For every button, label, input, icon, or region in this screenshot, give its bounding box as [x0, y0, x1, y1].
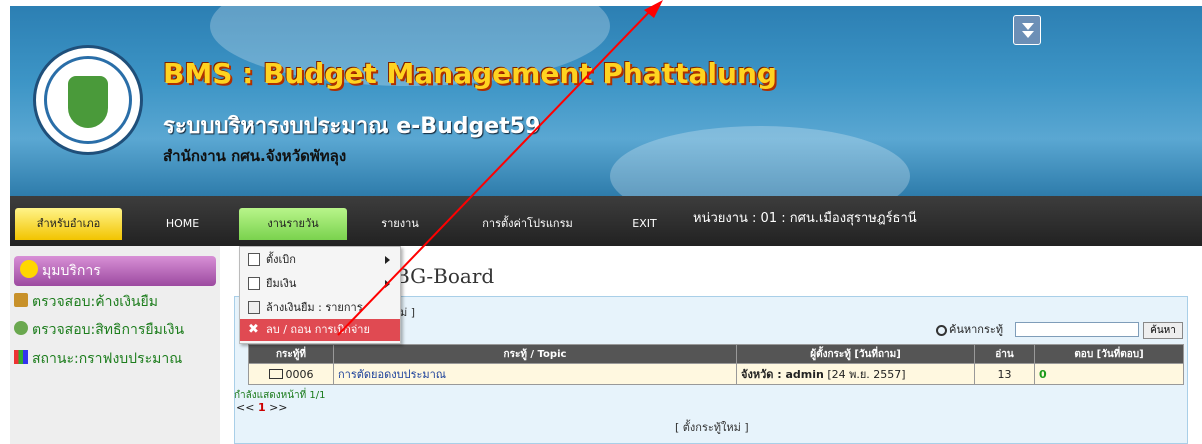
pager-current[interactable]: 1 [258, 401, 266, 414]
pager: << 1 >> [236, 401, 288, 414]
search-input[interactable] [1015, 322, 1139, 337]
daily-dropdown-menu: ตั้งเบิก ยืมเงิน ล้างเงินยืม : รายการ ✖ … [239, 246, 401, 344]
new-topic-link-top[interactable]: ม่ ] [400, 303, 415, 321]
sidebar-item-loan-rights[interactable]: ตรวจสอบ:สิทธิการยืมเงิน [14, 319, 184, 341]
submenu-arrow-icon [385, 256, 390, 264]
seal-emblem [68, 76, 108, 128]
search-label-wrap: ค้นหากระทู้ [936, 320, 1003, 338]
office-seal-logo [33, 45, 143, 155]
menu-item-label: ยืมเงิน [266, 277, 297, 290]
document-icon [248, 277, 260, 290]
app-title: BMS : Budget Management Phattalung [163, 57, 777, 90]
chart-icon [14, 350, 28, 364]
nav-home[interactable]: HOME [155, 208, 210, 240]
search-icon [936, 324, 947, 336]
globe-icon [14, 321, 28, 335]
double-chevron-down-icon[interactable] [1013, 15, 1041, 45]
reads-cell: 13 [974, 363, 1035, 385]
search-button[interactable]: ค้นหา [1143, 322, 1183, 339]
nav-exit[interactable]: EXIT [627, 208, 662, 240]
column-header: ผู้ตั้งกระทู้ [วันที่ถาม] [736, 344, 975, 364]
board-title: BG-Board [395, 264, 495, 288]
edit-icon [248, 253, 260, 266]
submenu-arrow-icon [385, 280, 390, 288]
replies-cell: 0 [1034, 363, 1184, 385]
menu-item-label: ล้างเงินยืม : รายการ [266, 301, 363, 314]
replies-count: 0 [1039, 367, 1047, 381]
column-header: อ่าน [974, 344, 1035, 364]
envelope-icon [268, 368, 283, 379]
nav-reports[interactable]: รายงาน [370, 208, 430, 240]
sidebar-item-label: ตรวจสอบ:ค้างเงินยืม [32, 294, 158, 310]
topic-author: จังหวัด : admin [741, 368, 824, 381]
page: BMS : Budget Management Phattalung ระบบบ… [0, 0, 1202, 444]
sidebar-header-label: มุมบริการ [42, 263, 101, 279]
menu-item-label: ลบ / ถอน การเบิกจ่าย [266, 323, 370, 336]
nav-district[interactable]: สำหรับอำเภอ [15, 208, 122, 240]
menu-item-withdraw[interactable]: ตั้งเบิก [240, 249, 400, 271]
new-topic-link-bottom[interactable]: [ ตั้งกระทู้ใหม่ ] [675, 418, 749, 436]
table-row[interactable]: 0006 การตัดยอดงบประมาณ จังหวัด : admin [… [248, 363, 1184, 385]
topic-id: 0006 [285, 367, 314, 381]
money-bag-icon [14, 293, 28, 307]
menu-item-delete-withdraw[interactable]: ✖ ลบ / ถอน การเบิกจ่าย [240, 319, 400, 341]
nav-settings[interactable]: การตั้งค่าโปรแกรม [470, 208, 585, 240]
menu-item-borrow[interactable]: ยืมเงิน [240, 273, 400, 295]
author-cell: จังหวัด : admin [24 พ.ย. 2557] [736, 363, 975, 385]
column-header: กระทู้ / Topic [333, 344, 737, 364]
column-header: ตอบ [วันที่ตอบ] [1034, 344, 1184, 364]
topic-date: [24 พ.ย. 2557] [827, 368, 906, 381]
sidebar-header: มุมบริการ [14, 256, 216, 286]
menu-item-clear-loan[interactable]: ล้างเงินยืม : รายการ [240, 297, 400, 319]
topics-table: กระทู้ที่ กระทู้ / Topic ผู้ตั้งกระทู้ [… [248, 344, 1184, 385]
sidebar-item-loan-outstanding[interactable]: ตรวจสอบ:ค้างเงินยืม [14, 291, 158, 313]
office-name: สำนักงาน กศน.จังหวัดพัทลุง [163, 147, 347, 165]
delete-icon: ✖ [248, 322, 259, 337]
menu-item-label: ตั้งเบิก [266, 253, 296, 266]
topic-id-cell: 0006 [248, 363, 334, 385]
unit-info: หน่วยงาน : 01 : กศน.เมืองสุราษฎร์ธานี [693, 211, 917, 226]
nav-daily[interactable]: งานรายวัน [239, 208, 347, 240]
pager-next[interactable]: >> [269, 401, 287, 414]
topic-link[interactable]: การตัดยอดงบประมาณ [338, 368, 446, 381]
cloud-decoration [610, 126, 910, 196]
sidebar-item-label: ตรวจสอบ:สิทธิการยืมเงิน [32, 322, 185, 338]
list-icon [248, 301, 260, 314]
column-header: กระทู้ที่ [248, 344, 334, 364]
service-icon [20, 260, 38, 278]
sidebar-item-label: สถานะ:กราฟงบประมาณ [32, 351, 183, 367]
table-header-row: กระทู้ที่ กระทู้ / Topic ผู้ตั้งกระทู้ [… [248, 344, 1184, 364]
sidebar-item-budget-graph[interactable]: สถานะ:กราฟงบประมาณ [14, 348, 182, 370]
topic-cell: การตัดยอดงบประมาณ [333, 363, 737, 385]
search-label: ค้นหากระทู้ [949, 323, 1004, 336]
app-subtitle: ระบบบริหารงบประมาณ e-Budget59 [163, 114, 541, 139]
pager-prev[interactable]: << [236, 401, 254, 414]
